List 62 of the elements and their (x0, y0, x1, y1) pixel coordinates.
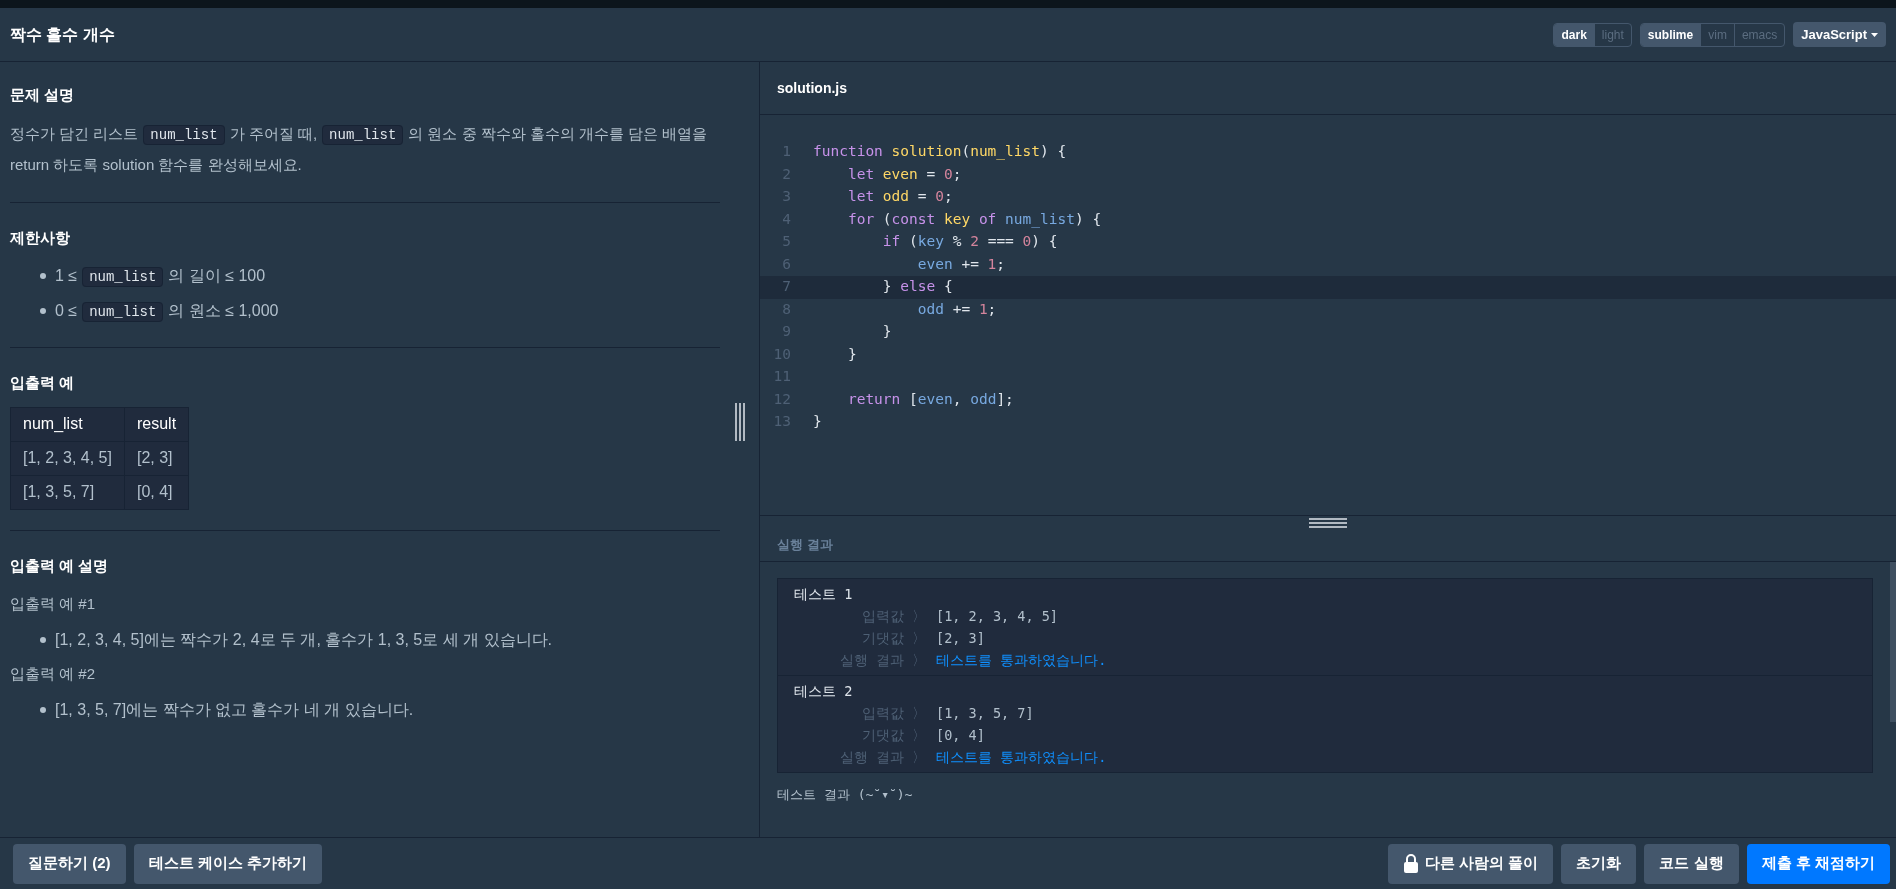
code-line: } (813, 412, 822, 432)
list-item-text: 0 ≤ num_list 의 원소 ≤ 1,000 (55, 301, 279, 324)
line-number: 7 (781, 277, 792, 297)
toggle-option[interactable]: sublime (1640, 23, 1701, 46)
code-line: let even = 0; (846, 164, 962, 184)
results-summary: 테스트 결과 (~˘▾˘)~ (777, 786, 914, 804)
lock-icon (1403, 853, 1420, 874)
footer-button[interactable]: 테스트 케이스 추가하기 (133, 843, 322, 884)
test-label: 기댓값 〉 (860, 725, 927, 745)
code-line: even += 1; (916, 254, 1006, 274)
section-heading: 입출력 예 (10, 373, 76, 393)
code-line: for (const key of num_list) { (846, 209, 1102, 230)
scrollbar-thumb[interactable] (1890, 562, 1896, 722)
file-name: solution.js (777, 78, 847, 98)
description-text: 입출력 예 #1 (10, 594, 97, 614)
footer-button[interactable]: 다른 사람의 풀이 (1388, 843, 1554, 884)
footer-button[interactable]: 초기화 (1561, 843, 1637, 884)
language-dropdown[interactable]: JavaScript (1793, 21, 1886, 48)
test-value: [1, 3, 5, 7] (936, 703, 1034, 723)
test-value: 테스트를 통과하였습니다. (936, 650, 1107, 670)
footer-button[interactable]: 질문하기 (2) (13, 843, 126, 884)
toggle-option[interactable]: dark (1554, 23, 1594, 46)
table-cell: [1, 2, 3, 4, 5] (10, 441, 125, 475)
section-heading: 제한사항 (10, 227, 71, 248)
test-value: [1, 2, 3, 4, 5] (936, 606, 1058, 626)
test-label: 기댓값 〉 (860, 628, 927, 648)
table-cell: [1, 3, 5, 7] (10, 475, 125, 509)
test-value: [0, 4] (936, 725, 985, 745)
code-line: return [even, odd]; (846, 389, 1014, 409)
caret-icon (1871, 32, 1878, 37)
section-heading: 입출력 예 설명 (10, 555, 110, 576)
table-cell: [2, 3] (124, 441, 189, 475)
bullet-icon (40, 707, 46, 713)
list-item-text: [1, 2, 3, 4, 5]에는 짝수가 2, 4로 두 개, 홀수가 1, 3, 5로 세 개 있습니다. (55, 630, 552, 650)
submit-button[interactable]: 제출 후 채점하기 (1746, 843, 1890, 884)
test-value: [2, 3] (936, 628, 985, 648)
code-line: } else { (881, 277, 953, 297)
bullet-icon (40, 637, 46, 643)
list-item-text: 1 ≤ num_list 의 길이 ≤ 100 (55, 266, 266, 289)
code-line: odd += 1; (916, 299, 997, 319)
test-title: 테스트 1 (794, 585, 854, 604)
bullet-icon (40, 308, 46, 314)
bullet-icon (40, 273, 46, 279)
table-header: result (124, 407, 189, 441)
test-value: 테스트를 통과하였습니다. (936, 747, 1107, 767)
description-text: 정수가 담긴 리스트 num_list 가 주어질 때, num_list 의 원소 중 짝수와 홀수의 개수를 담은 배열을 return 하도록 solution 함수를 완성해보세요. (10, 123, 709, 175)
resize-handle-icon[interactable] (1309, 518, 1347, 528)
table-cell: [0, 4] (124, 475, 189, 509)
code-line: } (846, 344, 857, 364)
description-text: 입출력 예 #2 (10, 664, 97, 684)
code-line: function solution(num_list) { (813, 142, 1067, 162)
code-line: } (881, 322, 892, 342)
problem-title: 짝수 홀수 개수 (10, 24, 115, 45)
footer-button[interactable]: 코드 실행 (1644, 843, 1739, 884)
table-header: num_list (10, 407, 125, 441)
results-heading: 실행 결과 (777, 535, 833, 554)
resize-handle-icon[interactable] (734, 403, 745, 441)
section-heading: 문제 설명 (10, 85, 76, 105)
list-item-text: [1, 3, 5, 7]에는 짝수가 없고 홀수가 네 개 있습니다. (55, 700, 414, 720)
code-line: if (key % 2 === 0) { (881, 232, 1058, 252)
code-line: let odd = 0; (846, 187, 953, 207)
test-title: 테스트 2 (794, 682, 854, 701)
